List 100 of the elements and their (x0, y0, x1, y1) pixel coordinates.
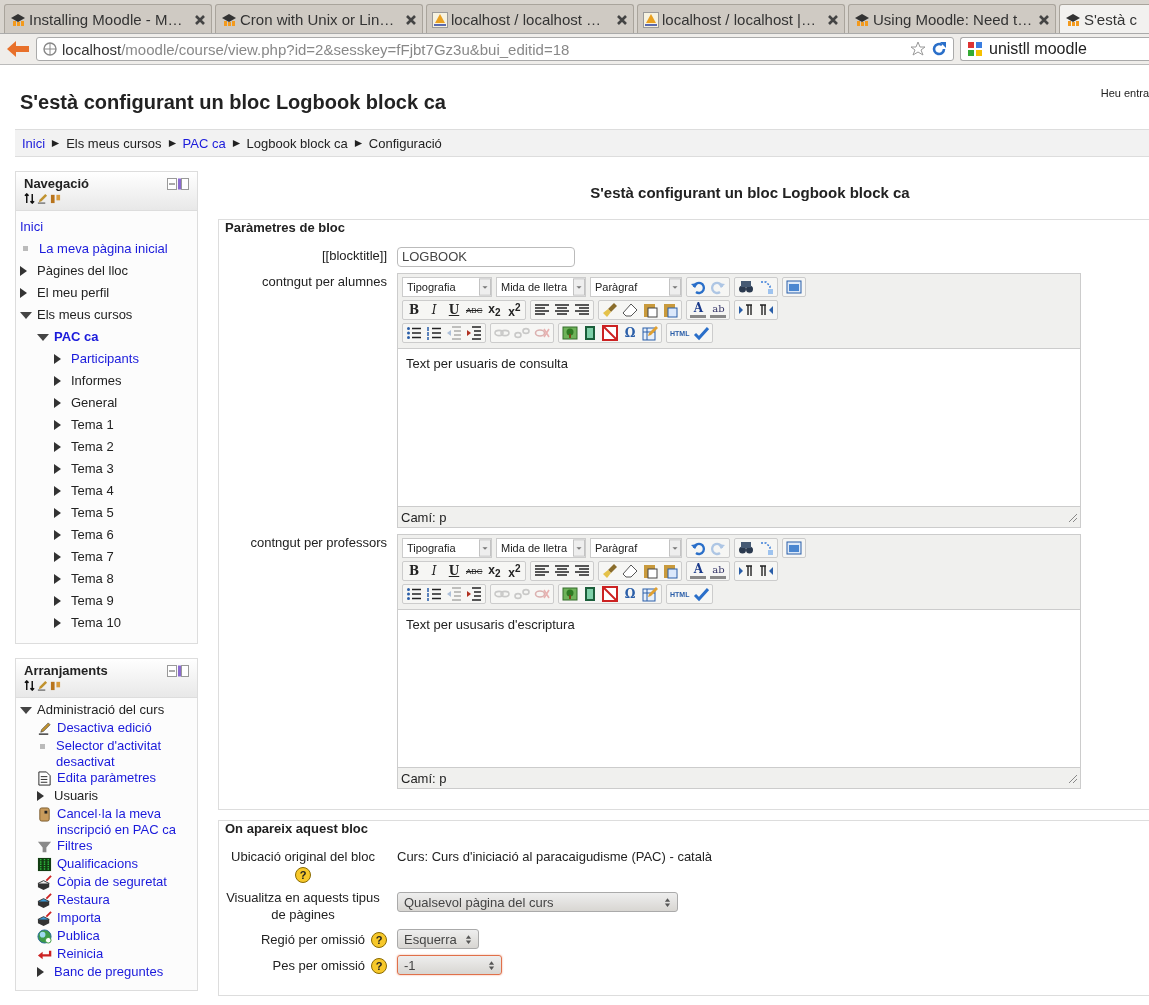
subscript-button[interactable]: x$_{2}$ (486, 301, 503, 319)
search-field[interactable]: unistll moodle (960, 37, 1149, 61)
select-field[interactable]: Qualsevol pàgina del curs (397, 892, 678, 912)
close-icon[interactable] (827, 13, 839, 26)
nav-item[interactable]: Tema 6 (71, 525, 114, 544)
browser-tab[interactable]: Cron with Unix or Lin… (215, 4, 423, 33)
eraser-icon[interactable] (622, 302, 639, 318)
nav-item[interactable]: General (71, 393, 118, 412)
nav-item[interactable]: Els meus cursos (37, 305, 133, 324)
help-button[interactable]: ? (295, 867, 311, 883)
move-icon[interactable] (24, 193, 35, 204)
numbered-list-icon[interactable] (426, 586, 442, 602)
binoculars-icon[interactable] (738, 540, 754, 556)
nav-item[interactable]: Informes (71, 371, 122, 390)
strikethrough-button[interactable]: ABC (466, 305, 483, 315)
nav-item[interactable]: Tema 4 (71, 481, 114, 500)
right-to-left-icon[interactable] (758, 563, 775, 579)
paste-text-icon[interactable] (642, 302, 659, 318)
nav-item[interactable]: Tema 7 (71, 547, 114, 566)
numbered-list-icon[interactable] (426, 325, 442, 341)
image-icon[interactable] (562, 325, 578, 341)
left-to-right-icon[interactable] (738, 563, 755, 579)
align-left-icon[interactable] (534, 563, 551, 579)
select-field[interactable]: Esquerra (397, 929, 479, 949)
expanded-arrow-icon[interactable] (37, 334, 49, 341)
nav-link[interactable]: Selector d'activitat desactivat (56, 738, 197, 770)
collapsed-arrow-icon[interactable] (54, 596, 61, 606)
title-input[interactable]: LOGBOOK (397, 247, 575, 267)
binoculars-icon[interactable] (738, 279, 754, 295)
collapsed-arrow-icon[interactable] (54, 376, 61, 386)
collapsed-arrow-icon[interactable] (54, 354, 61, 364)
resize-grip-icon[interactable] (1066, 772, 1078, 784)
dock-icon[interactable] (167, 665, 189, 677)
browser-tab[interactable]: Installing Moodle - M… (4, 4, 212, 33)
italic-button[interactable]: I (426, 564, 442, 578)
nav-link[interactable]: Publica (57, 928, 100, 944)
collapsed-arrow-icon[interactable] (20, 266, 27, 276)
toolbar-dropdown[interactable]: Tipografia (402, 277, 492, 297)
select-field[interactable]: -1 (397, 955, 502, 975)
collapsed-arrow-icon[interactable] (54, 420, 61, 430)
bold-button[interactable]: B (406, 303, 422, 317)
browser-tab[interactable]: localhost / localhost |… (637, 4, 845, 33)
nav-link[interactable]: Còpia de seguretat (57, 874, 167, 890)
paste-text-icon[interactable] (642, 563, 659, 579)
back-arrow-icon[interactable] (6, 39, 30, 59)
symbol-button[interactable]: Ω (622, 587, 638, 601)
no-link-icon[interactable] (602, 586, 618, 602)
bold-button[interactable]: B (406, 564, 422, 578)
align-right-icon[interactable] (574, 563, 591, 579)
superscript-button[interactable]: x$^{2}$ (506, 301, 523, 319)
collapsed-arrow-icon[interactable] (54, 618, 61, 628)
collapsed-arrow-icon[interactable] (54, 442, 61, 452)
breadcrumb-link[interactable]: PAC ca (182, 135, 226, 151)
underline-button[interactable]: U (446, 564, 462, 578)
collapsed-arrow-icon[interactable] (54, 486, 61, 496)
film-icon[interactable] (582, 325, 598, 341)
nav-item[interactable]: Pàgines del lloc (37, 261, 129, 280)
collapsed-arrow-icon[interactable] (54, 530, 61, 540)
strikethrough-button[interactable]: ABC (466, 566, 483, 576)
toolbar-dropdown[interactable]: Mida de lletra (496, 277, 586, 297)
nav-item[interactable]: Tema 3 (71, 459, 114, 478)
paste-word-icon[interactable] (662, 302, 679, 318)
align-center-icon[interactable] (554, 563, 571, 579)
collapsed-arrow-icon[interactable] (54, 398, 61, 408)
toolbar-dropdown[interactable]: Paràgraf (590, 277, 682, 297)
text-color-button[interactable]: A (690, 302, 707, 318)
brush-icon[interactable] (602, 563, 619, 579)
expanded-arrow-icon[interactable] (20, 707, 32, 714)
collapsed-arrow-icon[interactable] (54, 552, 61, 562)
highlight-color-button[interactable]: ab (710, 302, 727, 318)
nav-link[interactable]: Reinicia (57, 946, 104, 962)
close-icon[interactable] (405, 13, 417, 26)
eraser-icon[interactable] (622, 563, 639, 579)
table-edit-icon[interactable] (642, 586, 658, 602)
roles-icon[interactable] (50, 193, 61, 204)
collapsed-arrow-icon[interactable] (37, 967, 44, 977)
nav-link[interactable]: Desactiva edició (57, 720, 152, 736)
nav-item[interactable]: Tema 10 (71, 613, 121, 632)
address-bar[interactable]: localhost/moodle/course/view.php?id=2&sesskey=fFjbt7Gz3u&bui_editid=18 (36, 37, 954, 61)
no-link-icon[interactable] (602, 325, 618, 341)
close-icon[interactable] (194, 13, 206, 26)
nav-link[interactable]: Restaura (57, 892, 110, 908)
film-icon[interactable] (582, 586, 598, 602)
close-icon[interactable] (616, 13, 628, 26)
nav-link[interactable]: Importa (57, 910, 102, 926)
collapsed-arrow-icon[interactable] (54, 464, 61, 474)
check-icon[interactable] (693, 586, 710, 602)
table-edit-icon[interactable] (642, 325, 658, 341)
nav-item[interactable]: Tema 8 (71, 569, 114, 588)
bullet-list-icon[interactable] (406, 586, 422, 602)
collapsed-arrow-icon[interactable] (20, 288, 27, 298)
undo-icon[interactable] (690, 540, 706, 556)
nav-item[interactable]: Tema 9 (71, 591, 114, 610)
collapsed-arrow-icon[interactable] (54, 508, 61, 518)
nav-link[interactable]: Qualificacions (57, 856, 138, 872)
align-left-icon[interactable] (534, 302, 551, 318)
align-center-icon[interactable] (554, 302, 571, 318)
italic-button[interactable]: I (426, 303, 442, 317)
nav-link[interactable]: Inici (20, 217, 44, 236)
nav-item[interactable]: Administració del curs (37, 702, 165, 718)
